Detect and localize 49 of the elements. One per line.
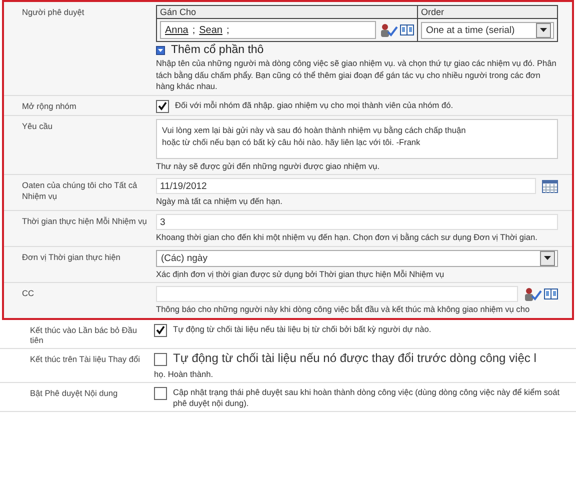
- checkbox[interactable]: [154, 352, 167, 366]
- dropdown-caret-icon[interactable]: [536, 22, 551, 38]
- help-text: Ngày mà tất ca nhiệm vụ đến hạn.: [156, 196, 284, 208]
- order-dropdown[interactable]: One at a time (serial): [421, 22, 554, 38]
- checkbox[interactable]: [156, 100, 169, 113]
- field-label: Thời gian thực hiện Mỗi Nhiệm vụ: [21, 215, 148, 228]
- dropdown-caret-icon[interactable]: [540, 250, 555, 266]
- column-header: Gán Cho: [157, 6, 417, 19]
- unit-dropdown[interactable]: (Các) ngày: [156, 250, 558, 267]
- address-book-icon[interactable]: [544, 288, 558, 300]
- help-text: Khoang thời gian cho đến khi một nhiệm vụ đến hạn. Chọn đơn vị bằng cách sư dụng Đơn vị Thời gian.: [156, 232, 538, 244]
- separator: ;: [226, 24, 230, 36]
- check-names-icon[interactable]: [380, 23, 398, 37]
- people-field[interactable]: Anna ; Sean ;: [160, 21, 376, 39]
- person-name[interactable]: Anna: [165, 24, 188, 36]
- checkbox-label: Tự động từ chối tài liệu nếu nó được thay đổi trước dòng công việc l: [173, 352, 536, 366]
- field-label: Yêu cầu: [21, 120, 54, 133]
- field-label: Bật Phê duyệt Nội dung: [29, 386, 119, 400]
- help-text: Nhập tên của những người mà dòng công việc sẽ giao nhiệm vụ. và chọn thứ tự giao các nhiệm vụ đó. Phân tách bằng dấu chấm phẩy. Bạn cũng có thể thêm giai đoạn để gán tác vụ cho nhiều người trong các đơn hàng khác nhau.: [156, 58, 558, 93]
- text-field[interactable]: 3: [156, 214, 558, 230]
- field-label: Người phê duyệt: [21, 6, 86, 19]
- calendar-icon[interactable]: [542, 180, 558, 193]
- field-label: Đơn vị Thời gian thực hiện: [21, 250, 122, 264]
- field-label: Kết thúc trên Tài liệu Thay đổi: [29, 352, 141, 366]
- dropdown-value: (Các) ngày: [161, 252, 208, 264]
- checkbox[interactable]: [154, 324, 167, 337]
- help-text: Thông báo cho những người này khi dòng công việc bắt đầu và kết thúc mà không giao nhiệm vụ cho: [156, 304, 531, 316]
- expand-icon[interactable]: [156, 46, 165, 54]
- field-label: Oaten của chúng tôi cho Tất cả Nhiệm vụ: [21, 179, 138, 203]
- column-header: Order: [417, 6, 557, 19]
- address-book-icon[interactable]: [400, 24, 414, 36]
- expander-label[interactable]: Thêm cổ phần thô: [171, 44, 264, 56]
- date-field[interactable]: 11/19/2012: [156, 178, 536, 194]
- checkbox-label: Tự động từ chối tài liệu nếu tài liệu bị từ chối bởi bất kỳ người dự nào.: [173, 322, 432, 336]
- check-names-icon[interactable]: [524, 287, 542, 302]
- checkbox-label: họ. Hoàn thành.: [154, 368, 214, 380]
- field-label: Kết thúc vào Lần bác bỏ Đầu tiên: [29, 324, 138, 346]
- person-name[interactable]: Sean: [199, 24, 222, 36]
- checkbox[interactable]: [154, 386, 167, 400]
- dropdown-value: One at a time (serial): [426, 24, 515, 36]
- help-text: Thư này sẽ được gửi đến những người được giao nhiệm vụ.: [156, 160, 381, 172]
- people-field[interactable]: [156, 286, 518, 302]
- text-area[interactable]: Vui lòng xem lại bài gửi này và sau đó hoàn thành nhiệm vụ bằng cách chấp thuận hoặc từ chối nếu bạn có bất kỳ câu hỏi nào. hãy liên lạc với tôi. -Frank: [156, 118, 558, 159]
- field-label: CC: [21, 287, 35, 300]
- help-text: Xác định đơn vị thời gian được sử dụng bởi Thời gian thực hiện Mỗi Nhiệm vụ: [156, 268, 446, 280]
- checkbox-label: Đối với mỗi nhóm đã nhập. giao nhiệm vụ cho mọi thành viên của nhóm đó.: [175, 98, 454, 112]
- separator: ;: [192, 24, 196, 36]
- checkbox-label: Cập nhật trạng thái phê duyệt sau khi hoàn thành dòng công việc (dùng dòng công việc này để kiểm soát phê duyệt nội dung).: [173, 386, 561, 410]
- field-label: Mở rộng nhóm: [21, 100, 78, 113]
